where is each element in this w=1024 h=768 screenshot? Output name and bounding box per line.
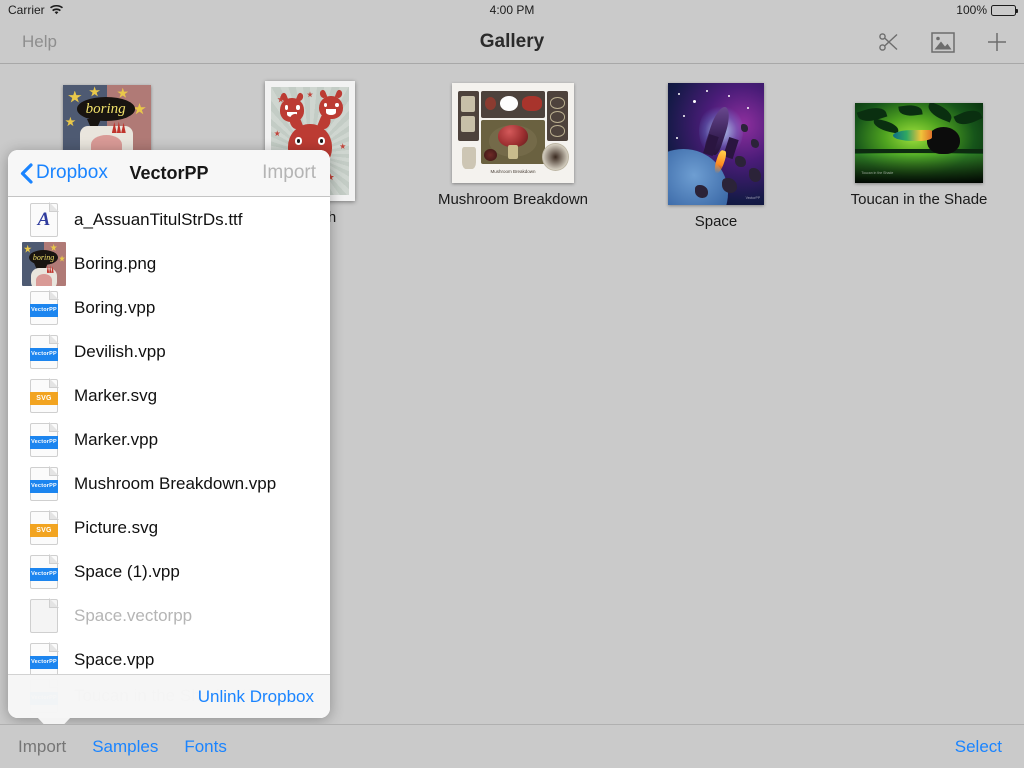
dropbox-import-popover: Dropbox VectorPP Import A a_AssuanTitulS…: [8, 150, 330, 735]
file-name: a_AssuanTitulStrDs.ttf: [74, 210, 243, 229]
ipad-screen: Carrier 4:00 PM 100% Help Gallery boring…: [0, 0, 1024, 768]
popover-navigation-bar: Dropbox VectorPP Import: [8, 150, 330, 197]
toolbar-left-group: Import Samples Fonts: [18, 737, 227, 757]
svg-file-icon: SVG: [30, 378, 59, 413]
popover-footer: Unlink Dropbox: [8, 674, 330, 718]
vectorpp-file-icon: VectorPP: [30, 554, 59, 589]
list-item[interactable]: A a_AssuanTitulStrDs.ttf: [8, 198, 330, 242]
photo-icon[interactable]: [930, 29, 956, 55]
list-item[interactable]: Vector PP Boring.vpp: [8, 286, 330, 330]
gallery-item-mushroom[interactable]: Mushroom Breakdown Mushroom Breakdown: [420, 83, 606, 208]
gallery-item-toucan[interactable]: Toucan in the Shade Toucan in the Shade: [845, 103, 993, 208]
list-item[interactable]: Vector PP Space (1).vpp: [8, 550, 330, 594]
vectorpp-file-icon: VectorPP: [30, 422, 59, 457]
plus-icon[interactable]: [984, 29, 1010, 55]
file-name: Space.vectorpp: [74, 606, 193, 625]
thumbnail-mushroom-breakdown: Mushroom Breakdown: [452, 83, 574, 183]
select-button[interactable]: Select: [955, 737, 1002, 756]
vectorpp-file-icon: VectorPP: [30, 642, 59, 674]
file-name: Space (1).vpp: [74, 562, 180, 581]
status-bar-time: 4:00 PM: [489, 3, 535, 17]
image-thumbnail-icon: boring: [22, 242, 66, 286]
list-item: Space.vectorpp: [8, 594, 330, 638]
file-name: Mushroom Breakdown.vpp: [74, 474, 277, 493]
fonts-button[interactable]: Fonts: [184, 737, 227, 757]
vectorpp-file-icon: VectorPP: [30, 290, 59, 325]
file-name: Marker.svg: [74, 386, 158, 405]
vectorpp-file-icon: VectorPP: [30, 334, 59, 369]
import-button[interactable]: Import: [18, 737, 66, 757]
battery-percent-label: 100%: [956, 3, 987, 17]
gallery-item-label: Mushroom Breakdown: [437, 191, 589, 208]
scissors-icon[interactable]: [876, 29, 902, 55]
gallery-item-label: Space: [694, 213, 738, 230]
file-name: Picture.svg: [74, 518, 159, 537]
list-item[interactable]: boring Boring.png: [8, 242, 330, 286]
thumbnail-boring: boring: [62, 85, 151, 154]
bottom-toolbar: Import Samples Fonts Select: [0, 724, 1024, 768]
list-item[interactable]: Vector PP Devilish.vpp: [8, 330, 330, 374]
page-title: Gallery: [479, 31, 545, 52]
unlink-dropbox-button[interactable]: Unlink Dropbox: [198, 687, 314, 707]
list-item[interactable]: Vector PP Marker.vpp: [8, 418, 330, 462]
gallery-item-label: Toucan in the Shade: [850, 191, 988, 208]
file-name: Devilish.vpp: [74, 342, 166, 361]
samples-button[interactable]: Samples: [92, 737, 158, 757]
file-name: Marker.vpp: [74, 430, 159, 449]
list-item[interactable]: SVG Picture.svg: [8, 506, 330, 550]
gallery-item-space[interactable]: VectorPP Space: [655, 83, 777, 230]
thumbnail-space: VectorPP: [668, 83, 764, 205]
blank-file-icon: [30, 598, 59, 633]
thumbnail-toucan: Toucan in the Shade: [855, 103, 983, 183]
list-item[interactable]: Vector PP Space.vpp: [8, 638, 330, 674]
file-name: Space.vpp: [74, 650, 155, 669]
vectorpp-file-icon: VectorPP: [30, 466, 59, 501]
list-item[interactable]: Vector PP Mushroom Breakdown.vpp: [8, 462, 330, 506]
status-bar-right: 100%: [956, 3, 1018, 17]
toolbar-right-group: Select: [955, 737, 1002, 757]
battery-full-icon: [991, 4, 1018, 16]
nav-actions: [876, 20, 1010, 64]
popover-import-button[interactable]: Import: [262, 162, 316, 184]
file-name: Boring.png: [74, 254, 157, 273]
svg-file-icon: SVG: [30, 510, 59, 545]
list-item[interactable]: SVG Marker.svg: [8, 374, 330, 418]
font-file-icon: A: [30, 202, 59, 237]
dropbox-file-list[interactable]: A a_AssuanTitulStrDs.ttf boring Boring.p…: [8, 198, 330, 674]
navigation-bar: Help Gallery: [0, 20, 1024, 64]
file-name: Boring.vpp: [74, 298, 156, 317]
status-bar: Carrier 4:00 PM 100%: [0, 0, 1024, 20]
